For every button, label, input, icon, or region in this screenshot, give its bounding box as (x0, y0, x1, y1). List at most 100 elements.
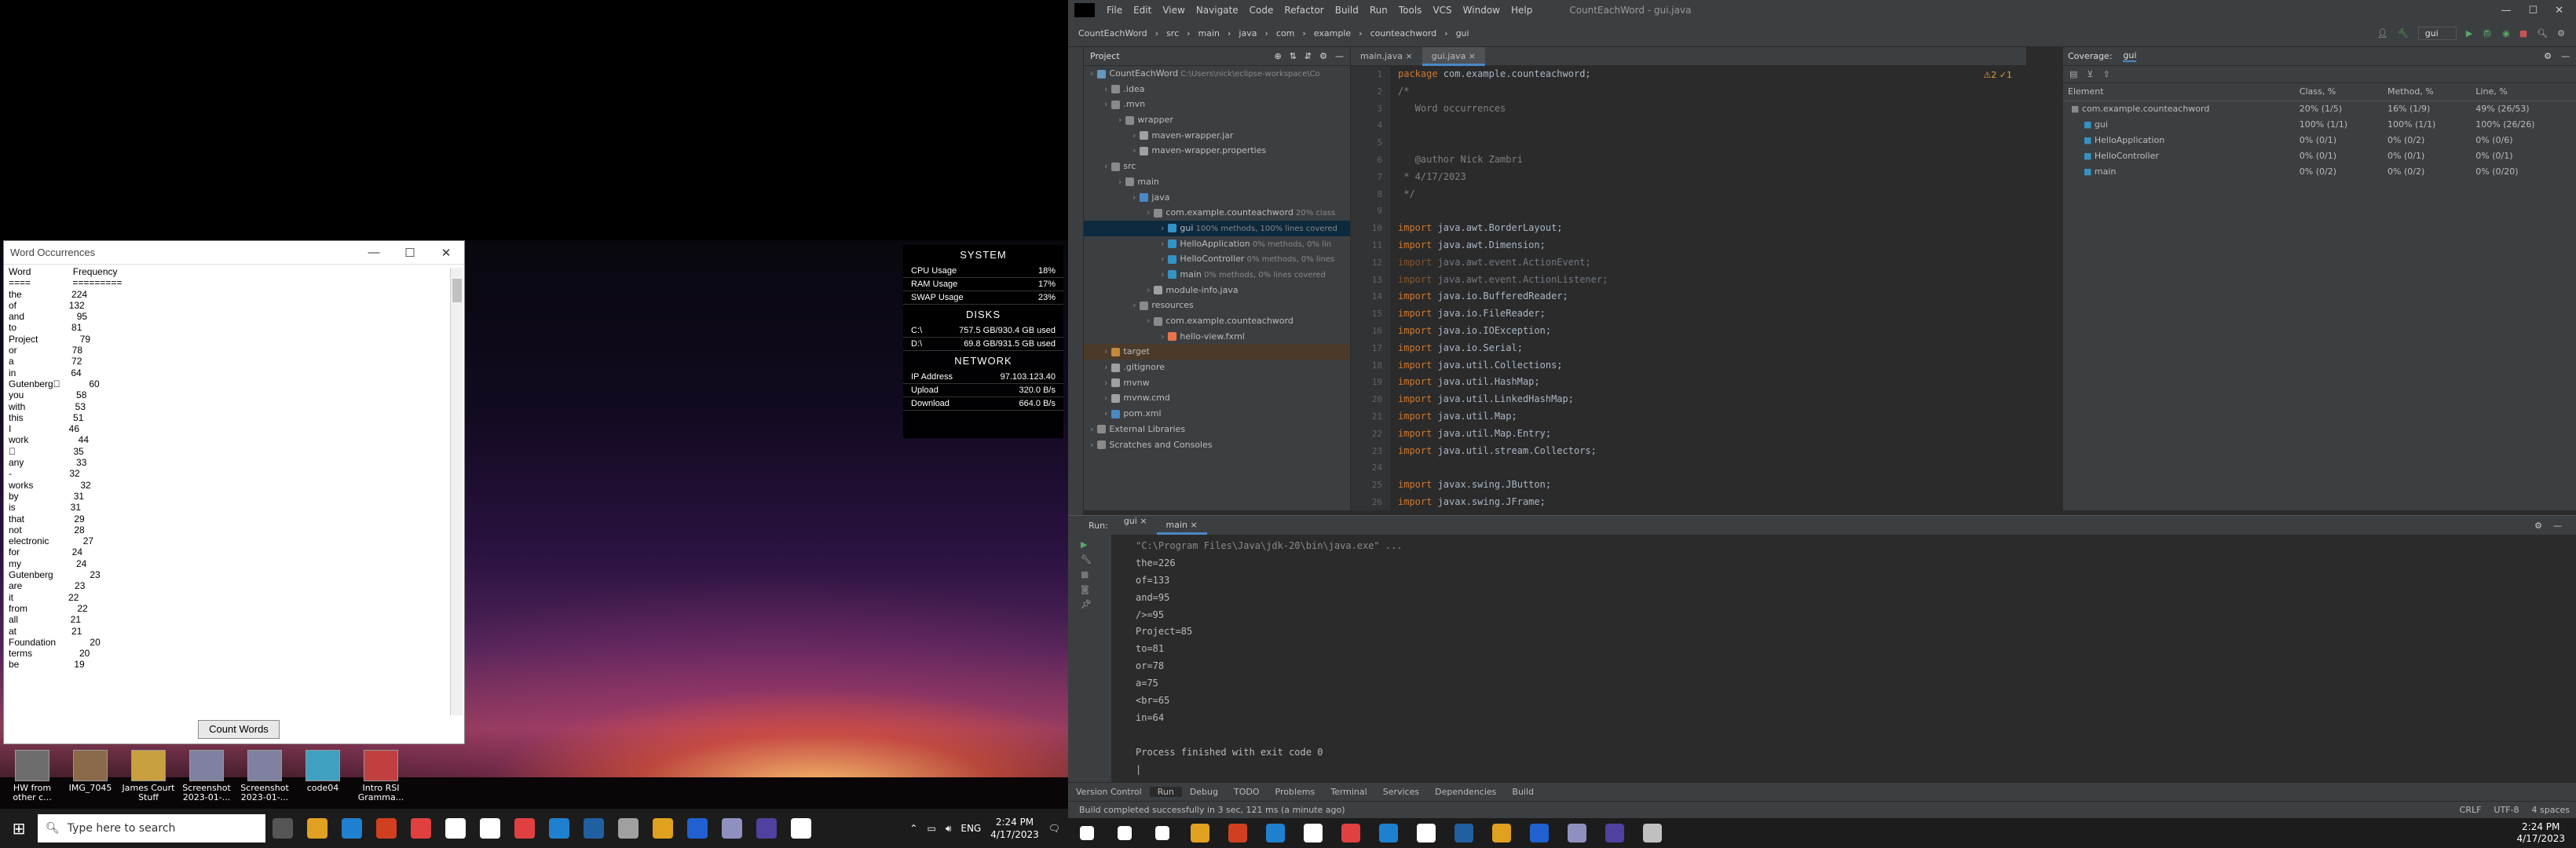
taskbar-app-icon[interactable] (611, 811, 646, 846)
tray-chevron-icon[interactable]: ⌃ (909, 823, 917, 834)
project-panel-label[interactable]: Project (1090, 51, 1120, 61)
expand-chevron-icon[interactable]: › (1147, 207, 1150, 217)
taskbar-clock[interactable]: 2:24 PM 4/17/2023 (990, 816, 1039, 841)
expand-chevron-icon[interactable]: › (1090, 68, 1093, 79)
tree-item[interactable]: › resources (1084, 298, 1350, 313)
code-line[interactable]: */ (1398, 186, 2018, 203)
settings-gear-icon[interactable]: ⚙ (2557, 28, 2565, 38)
code-line[interactable]: import java.io.Serial; (1398, 340, 2018, 357)
breadcrumb-item[interactable]: com (1272, 28, 1299, 38)
tree-item[interactable]: › wrapper (1084, 112, 1350, 128)
flatten-packages-icon[interactable]: ▤ (2069, 69, 2077, 79)
desktop-icon[interactable]: Screenshot 2023-01-... (179, 750, 234, 802)
code-line[interactable]: import java.util.stream.Collectors; (1398, 443, 2018, 460)
expand-chevron-icon[interactable]: › (1104, 378, 1107, 388)
tool-window-tab[interactable]: Run (1149, 787, 1182, 797)
status-item[interactable]: UTF-8 (2487, 805, 2525, 815)
taskbar-app-icon[interactable] (1634, 818, 1671, 848)
code-line[interactable] (1398, 203, 2018, 220)
taskbar-app-icon[interactable] (576, 811, 611, 846)
tree-item[interactable]: › mvnw (1084, 375, 1350, 391)
taskbar-app-icon[interactable] (1520, 818, 1558, 848)
expand-chevron-icon[interactable]: › (1161, 223, 1164, 233)
expand-chevron-icon[interactable]: › (1104, 408, 1107, 419)
hide-icon[interactable]: — (1335, 51, 1344, 61)
code-line[interactable]: import javax.swing.JButton; (1398, 477, 2018, 494)
coverage-row[interactable]: ■ main 0% (0/2) 0% (0/2) 0% (0/20) (2063, 163, 2576, 179)
code-line[interactable]: * 4/17/2023 (1398, 169, 2018, 186)
close-icon[interactable]: ✕ (428, 246, 464, 260)
breadcrumb-item[interactable]: main (1195, 28, 1224, 38)
tool-window-tab[interactable]: Dependencies (1427, 787, 1504, 797)
expand-chevron-icon[interactable]: › (1104, 161, 1107, 171)
volume-icon[interactable]: 🔊︎ (946, 823, 952, 835)
menu-item-help[interactable]: Help (1506, 5, 1538, 16)
menu-item-edit[interactable]: Edit (1128, 5, 1157, 16)
close-icon[interactable]: ✕ (2555, 5, 2563, 16)
expand-chevron-icon[interactable]: › (1090, 440, 1093, 450)
expand-chevron-icon[interactable]: › (1147, 316, 1150, 326)
expand-chevron-icon[interactable]: › (1161, 269, 1164, 280)
menu-item-window[interactable]: Window (1458, 5, 1506, 16)
hide-icon[interactable]: — (2553, 521, 2562, 531)
menu-item-navigate[interactable]: Navigate (1191, 5, 1244, 16)
minimize-icon[interactable]: — (356, 246, 392, 259)
code-line[interactable]: import javax.swing.JFrame; (1398, 494, 2018, 510)
code-line[interactable]: @author Nick Zambri (1398, 152, 2018, 169)
tree-item[interactable]: › Scratches and Consoles (1084, 437, 1350, 453)
taskbar-app-icon[interactable] (1596, 818, 1634, 848)
vertical-scrollbar[interactable] (450, 268, 463, 715)
code-line[interactable]: /* (1398, 83, 2018, 101)
tree-item[interactable]: › .idea (1084, 82, 1350, 97)
build-hammer-icon[interactable]: 🔨︎ (2398, 28, 2409, 38)
tree-item[interactable]: › main (1084, 174, 1350, 190)
tree-item[interactable]: › maven-wrapper.jar (1084, 128, 1350, 144)
menu-item-code[interactable]: Code (1244, 5, 1279, 16)
tree-item[interactable]: › pom.xml (1084, 406, 1350, 422)
code-line[interactable]: import java.util.LinkedHashMap; (1398, 391, 2018, 408)
expand-chevron-icon[interactable]: › (1118, 177, 1122, 187)
tree-item[interactable]: › com.example.counteachword (1084, 313, 1350, 329)
taskbar-app-icon[interactable] (749, 811, 784, 846)
tree-item[interactable]: › HelloApplication 0% methods, 0% lin (1084, 236, 1350, 252)
notifications-icon[interactable]: 🗨︎ (1048, 823, 1060, 834)
gear-icon[interactable]: ⚙ (1319, 51, 1327, 61)
code-line[interactable] (1398, 117, 2018, 134)
expand-chevron-icon[interactable]: › (1104, 84, 1107, 94)
windows-start-icon[interactable]: ⊞ (0, 819, 38, 838)
coverage-row[interactable]: ■ gui 100% (1/1) 100% (1/1) 100% (26/26) (2063, 116, 2576, 132)
expand-all-icon[interactable]: ⇅ (1290, 51, 1297, 61)
coverage-column-header[interactable]: Class, % (2294, 83, 2384, 101)
expand-chevron-icon[interactable]: › (1104, 362, 1107, 372)
tree-item[interactable]: › main 0% methods, 0% lines covered (1084, 267, 1350, 283)
tree-item[interactable]: › gui 100% methods, 100% lines covered (1084, 220, 1350, 236)
run-tab[interactable]: gui × (1114, 516, 1157, 535)
inspection-widget[interactable]: ⚠2 ✓1 (1983, 70, 2012, 80)
desktop-icon[interactable]: Screenshot 2023-01-... (237, 750, 292, 802)
expand-chevron-icon[interactable]: › (1118, 115, 1122, 125)
tree-item[interactable]: › java (1084, 190, 1350, 206)
code-line[interactable]: import java.util.Map; (1398, 408, 2018, 426)
export-icon[interactable]: ⇪ (2102, 69, 2109, 79)
expand-chevron-icon[interactable]: › (1132, 192, 1136, 203)
status-message[interactable]: Build completed successfully in 3 sec, 1… (1068, 805, 2453, 815)
tree-item[interactable]: › External Libraries (1084, 422, 1350, 437)
rerun-icon[interactable]: ▶ (1068, 535, 1111, 550)
taskbar-app-icon[interactable] (507, 811, 542, 846)
stop-icon[interactable]: ■ (1068, 565, 1111, 579)
tool-window-tab[interactable]: Build (1504, 787, 1542, 797)
desktop-icon[interactable]: code04 (295, 750, 350, 793)
code-area[interactable]: package com.example.counteachword;/* Wor… (1398, 66, 2018, 510)
maximize-icon[interactable]: ☐ (392, 246, 428, 260)
taskbar-search[interactable]: 🔍︎ Type here to search (38, 814, 265, 843)
tree-item[interactable]: › target (1084, 344, 1350, 360)
expand-chevron-icon[interactable]: › (1147, 285, 1150, 295)
tool-window-tab[interactable]: Problems (1268, 787, 1323, 797)
expand-chevron-icon[interactable]: › (1161, 254, 1164, 264)
tree-item[interactable]: › .gitignore (1084, 360, 1350, 375)
status-item[interactable]: 4 spaces (2526, 805, 2576, 815)
menu-item-build[interactable]: Build (1330, 5, 1364, 16)
code-line[interactable] (1398, 134, 2018, 152)
gear-icon[interactable]: ⚙ (2534, 521, 2542, 531)
debug-icon[interactable]: 🐞︎ (2482, 28, 2493, 38)
